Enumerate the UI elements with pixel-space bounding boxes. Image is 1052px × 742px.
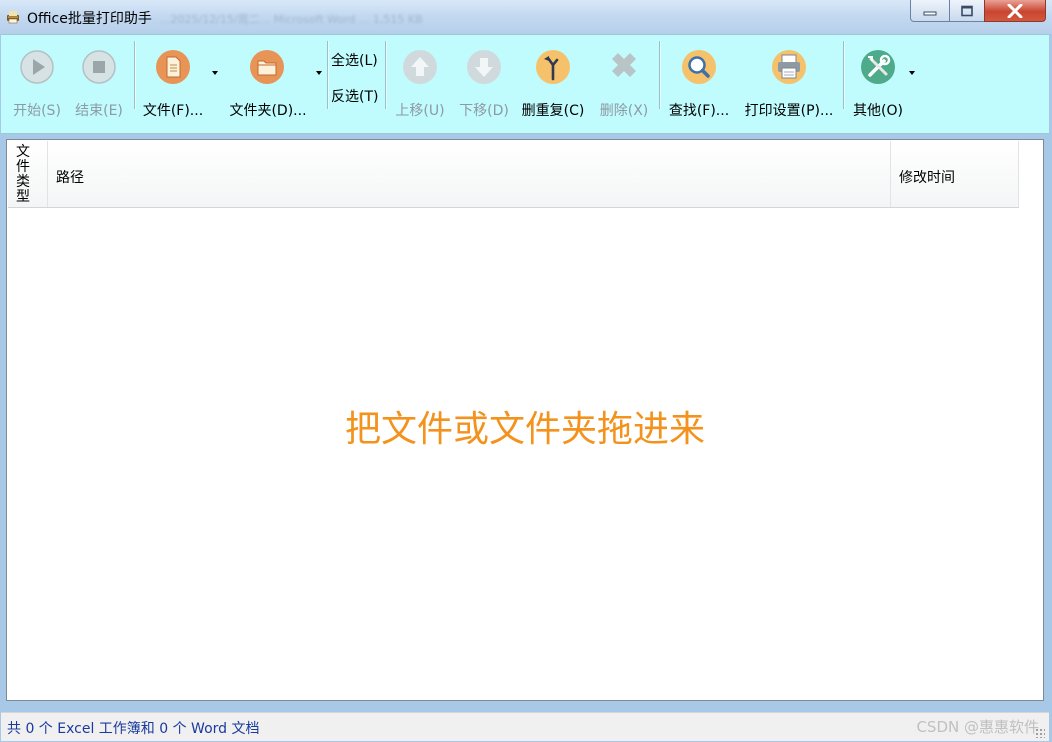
folder-label: 文件夹(D)...	[229, 103, 307, 119]
resize-grip-icon[interactable]	[1035, 728, 1045, 738]
move-up-button[interactable]: 上移(U)	[389, 45, 451, 119]
other-dropdown-arrow-icon[interactable]	[909, 71, 915, 75]
maximize-button[interactable]	[949, 0, 985, 22]
file-icon	[156, 50, 190, 84]
other-button[interactable]: 其他(O)	[847, 45, 909, 119]
minimize-button[interactable]	[910, 0, 950, 22]
title-bar: Office批量打印助手 ...2025/12/15/周二... Microso…	[0, 0, 1052, 34]
list-header: 文件类型 路径 修改时间	[8, 141, 1019, 208]
column-header-type-label: 文件类型	[16, 144, 30, 205]
toolbar-separator	[385, 41, 386, 109]
stop-label: 结束(E)	[75, 103, 123, 119]
add-file-button[interactable]: 文件(F)...	[137, 45, 209, 119]
move-down-button[interactable]: 下移(D)	[453, 45, 515, 119]
remove-duplicates-button[interactable]: 删重复(C)	[517, 45, 589, 119]
folder-icon	[250, 50, 284, 84]
add-folder-button[interactable]: 文件夹(D)...	[223, 45, 313, 119]
printer-icon	[772, 50, 806, 84]
print-settings-label: 打印设置(P)...	[744, 103, 834, 119]
toolbar-separator	[659, 41, 660, 109]
toolbar-separator	[134, 41, 135, 109]
toolbar-separator	[327, 41, 328, 109]
file-label: 文件(F)...	[142, 103, 204, 119]
column-header-modified-label: 修改时间	[899, 170, 955, 186]
delete-label: 删除(X)	[599, 103, 649, 119]
column-header-path-label: 路径	[56, 170, 84, 186]
toolbar-separator	[843, 41, 844, 109]
start-button[interactable]: 开始(S)	[7, 45, 67, 119]
delete-x-icon	[612, 53, 636, 77]
delete-button[interactable]: 删除(X)	[593, 45, 655, 119]
invert-selection-button[interactable]: 反选(T)	[331, 86, 378, 106]
column-header-modified[interactable]: 修改时间	[891, 141, 1019, 207]
minimize-icon	[923, 11, 937, 15]
remove-duplicates-label: 删重复(C)	[521, 103, 585, 119]
file-dropdown-arrow-icon[interactable]	[212, 71, 218, 75]
print-settings-button[interactable]: 打印设置(P)...	[739, 45, 839, 119]
find-label: 查找(F)...	[668, 103, 730, 119]
column-header-type[interactable]: 文件类型	[8, 141, 48, 207]
window-title: Office批量打印助手	[27, 11, 152, 27]
drop-hint: 把文件或文件夹拖进来	[344, 409, 705, 450]
move-up-label: 上移(U)	[395, 103, 445, 119]
find-button[interactable]: 查找(F)...	[663, 45, 735, 119]
toolbar: 开始(S) 结束(E) 文件(F)... 文件夹(D)... 全选(L) 反选(…	[1, 34, 1049, 134]
select-all-button[interactable]: 全选(L)	[331, 50, 378, 70]
close-icon	[1007, 3, 1023, 18]
play-icon	[20, 50, 54, 84]
arrow-down-icon	[467, 50, 501, 84]
stop-button[interactable]: 结束(E)	[69, 45, 129, 119]
other-label: 其他(O)	[853, 103, 903, 119]
merge-icon	[536, 50, 570, 84]
maximize-icon	[961, 5, 973, 16]
status-bar: 共 0 个 Excel 工作簿和 0 个 Word 文档 CSDN @惠惠软件	[1, 712, 1049, 741]
status-summary: 共 0 个 Excel 工作簿和 0 个 Word 文档	[7, 721, 260, 737]
move-down-label: 下移(D)	[459, 103, 509, 119]
tools-icon	[861, 50, 895, 84]
folder-dropdown-arrow-icon[interactable]	[316, 71, 322, 75]
title-blurred-info: ...2025/12/15/周二... Microsoft Word ... 1…	[160, 13, 423, 26]
arrow-up-icon	[403, 50, 437, 84]
close-button[interactable]	[984, 0, 1046, 22]
file-list[interactable]: 文件类型 路径 修改时间 把文件或文件夹拖进来	[6, 139, 1044, 701]
start-label: 开始(S)	[13, 103, 61, 119]
printer-app-icon	[7, 11, 19, 24]
stop-icon	[82, 50, 116, 84]
magnifier-icon	[682, 50, 716, 84]
watermark: CSDN @惠惠软件	[916, 718, 1039, 736]
column-header-path[interactable]: 路径	[48, 141, 891, 207]
